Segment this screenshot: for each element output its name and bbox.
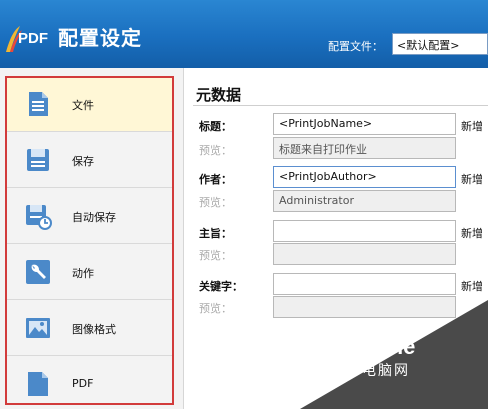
sidebar-item-label: 动作 [72, 267, 94, 280]
sidebar-item-action[interactable]: 动作 [6, 244, 174, 300]
sidebar-item-label: 文件 [72, 99, 94, 112]
keywords-field[interactable] [273, 273, 456, 295]
author-label: 作者： [199, 173, 232, 186]
image-icon [26, 318, 50, 338]
title-label: 标题： [199, 120, 232, 133]
sidebar-item-label: 保存 [72, 155, 94, 168]
autosave-icon [26, 205, 52, 230]
sidebar-item-file[interactable]: 文件 [6, 76, 174, 132]
section-divider [193, 105, 488, 106]
subject-label: 主旨： [199, 227, 232, 240]
watermark: PConline 太平洋电脑网 [300, 300, 488, 409]
wrench-icon [26, 260, 50, 284]
save-icon [27, 149, 49, 171]
subject-preview-label: 预览： [199, 249, 232, 262]
sidebar: 文件 保存 自动保存 动作 图像格式 PDF [0, 68, 184, 409]
title-preview: 标题来自打印作业 [273, 137, 456, 159]
subject-add-button[interactable]: 新增 [461, 225, 483, 241]
watermark-subtitle: 太平洋电脑网 [314, 363, 410, 379]
keywords-add-button[interactable]: 新增 [461, 278, 483, 294]
subject-preview [273, 243, 456, 265]
watermark-brand: PConline [320, 334, 416, 359]
author-preview-label: 预览： [199, 196, 232, 209]
title-add-button[interactable]: 新增 [461, 118, 483, 134]
profile-select[interactable]: <默认配置> [392, 33, 488, 55]
app-title: 配置设定 [58, 26, 142, 50]
author-field[interactable]: <PrintJobAuthor> [273, 166, 456, 188]
profile-label: 配置文件： [328, 40, 383, 53]
keywords-preview-label: 预览： [199, 302, 232, 315]
sidebar-item-image-format[interactable]: 图像格式 [6, 300, 174, 356]
sidebar-item-label: 图像格式 [72, 323, 116, 336]
sidebar-item-autosave[interactable]: 自动保存 [6, 188, 174, 244]
subject-field[interactable] [273, 220, 456, 242]
sidebar-item-save[interactable]: 保存 [6, 132, 174, 188]
header-bar: PDF 配置设定 配置文件： <默认配置> [0, 0, 488, 68]
title-field[interactable]: <PrintJobName> [273, 113, 456, 135]
author-preview: Administrator [273, 190, 456, 212]
sidebar-item-label: PDF [72, 377, 94, 390]
logo-text: PDF [18, 30, 48, 47]
pdf-file-icon [28, 372, 48, 396]
app-logo: PDF [4, 24, 54, 54]
document-icon [29, 92, 48, 116]
title-preview-label: 预览： [199, 144, 232, 157]
section-title: 元数据 [196, 86, 242, 104]
sidebar-item-pdf[interactable]: PDF [6, 356, 174, 409]
keywords-label: 关键字： [199, 280, 243, 293]
author-add-button[interactable]: 新增 [461, 171, 483, 187]
sidebar-item-label: 自动保存 [72, 211, 116, 224]
